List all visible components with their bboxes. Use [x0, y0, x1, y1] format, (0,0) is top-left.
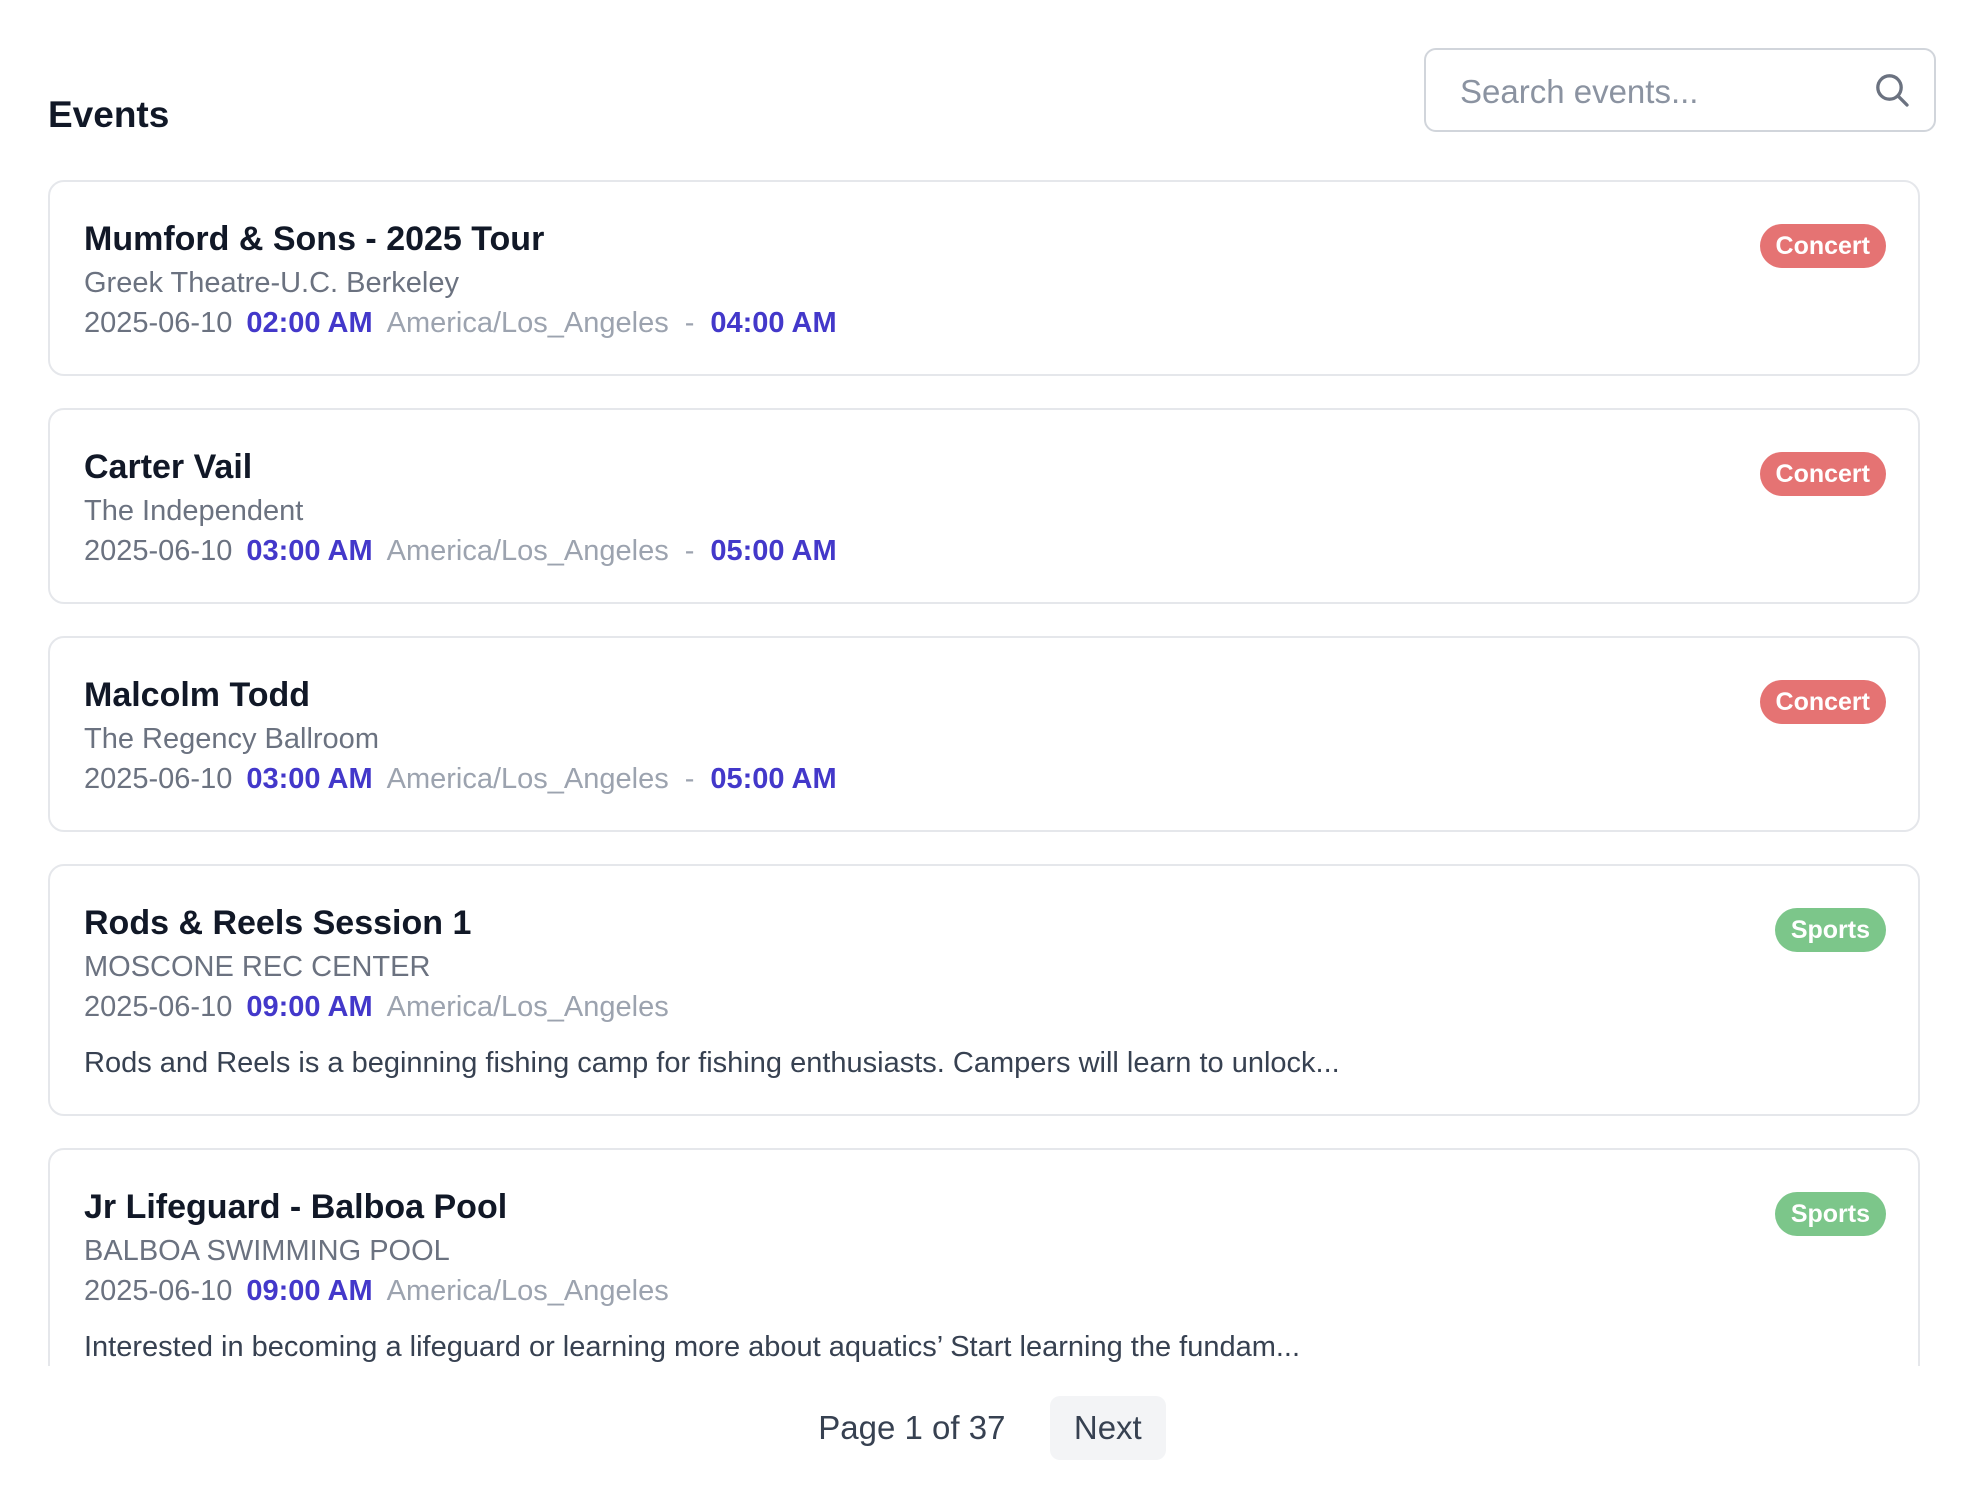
events-panel: Events Mumford & Sons - 2025 Tour Greek …: [0, 0, 1984, 1508]
event-timezone: America/Los_Angeles: [386, 535, 669, 567]
event-end-time: 04:00 AM: [710, 307, 837, 339]
event-venue: Greek Theatre-U.C. Berkeley: [84, 267, 459, 299]
event-date: 2025-06-10: [84, 763, 233, 795]
event-timezone: America/Los_Angeles: [386, 1275, 669, 1307]
search-box[interactable]: [1424, 48, 1936, 132]
event-title: Mumford & Sons - 2025 Tour: [84, 220, 545, 258]
event-card[interactable]: Mumford & Sons - 2025 Tour Greek Theatre…: [48, 180, 1920, 376]
event-end-time: 05:00 AM: [710, 763, 837, 795]
category-badge: Sports: [1774, 908, 1886, 952]
event-end-time: 05:00 AM: [710, 535, 837, 567]
category-badge: Sports: [1774, 1192, 1886, 1236]
event-start-time: 02:00 AM: [246, 307, 373, 339]
page-indicator: Page 1 of 37: [818, 1409, 1006, 1446]
event-card[interactable]: Malcolm Todd The Regency Ballroom 2025-0…: [48, 636, 1920, 832]
event-title: Malcolm Todd: [84, 676, 311, 714]
event-list: Mumford & Sons - 2025 Tour Greek Theatre…: [48, 180, 1920, 1366]
category-badge: Concert: [1759, 452, 1886, 496]
event-card[interactable]: Carter Vail The Independent 2025-06-10 03…: [48, 408, 1920, 604]
page-title: Events: [48, 93, 170, 135]
event-start-time: 03:00 AM: [246, 535, 373, 567]
pagination: Page 1 of 37 Next: [0, 1396, 1984, 1460]
event-card[interactable]: Jr Lifeguard - Balboa Pool BALBOA SWIMMI…: [48, 1148, 1920, 1366]
header: Events: [48, 48, 1936, 135]
event-venue: MOSCONE REC CENTER: [84, 951, 431, 983]
event-timezone: America/Los_Angeles: [386, 991, 669, 1023]
time-separator: -: [684, 535, 695, 567]
event-datetime: 2025-06-10 09:00 AM America/Los_Angeles: [84, 1272, 1884, 1310]
event-description: Interested in becoming a lifeguard or le…: [84, 1331, 1301, 1363]
event-datetime: 2025-06-10 03:00 AM America/Los_Angeles -05…: [84, 760, 1884, 798]
search-input[interactable]: [1458, 64, 1862, 120]
event-start-time: 09:00 AM: [246, 1275, 373, 1307]
event-venue: The Regency Ballroom: [84, 723, 379, 755]
event-venue: The Independent: [84, 495, 304, 527]
search-icon[interactable]: [1872, 70, 1912, 110]
event-card[interactable]: Rods & Reels Session 1 MOSCONE REC CENTE…: [48, 864, 1920, 1116]
event-start-time: 09:00 AM: [246, 991, 373, 1023]
time-separator: -: [684, 307, 695, 339]
event-date: 2025-06-10: [84, 991, 233, 1023]
next-page-button[interactable]: Next: [1049, 1396, 1166, 1460]
event-date: 2025-06-10: [84, 307, 233, 339]
event-datetime: 2025-06-10 09:00 AM America/Los_Angeles: [84, 988, 1884, 1026]
event-venue: BALBOA SWIMMING POOL: [84, 1235, 450, 1267]
category-badge: Concert: [1759, 680, 1886, 724]
event-datetime: 2025-06-10 03:00 AM America/Los_Angeles -05…: [84, 532, 1884, 570]
event-timezone: America/Los_Angeles: [386, 307, 669, 339]
event-date: 2025-06-10: [84, 535, 233, 567]
event-date: 2025-06-10: [84, 1275, 233, 1307]
time-separator: -: [684, 763, 695, 795]
event-timezone: America/Los_Angeles: [386, 763, 669, 795]
event-title: Carter Vail: [84, 448, 253, 486]
event-title: Rods & Reels Session 1: [84, 904, 472, 942]
event-description: Rods and Reels is a beginning fishing ca…: [84, 1047, 1340, 1079]
event-title: Jr Lifeguard - Balboa Pool: [84, 1188, 508, 1226]
event-start-time: 03:00 AM: [246, 763, 373, 795]
category-badge: Concert: [1759, 224, 1886, 268]
event-datetime: 2025-06-10 02:00 AM America/Los_Angeles -04…: [84, 304, 1884, 342]
